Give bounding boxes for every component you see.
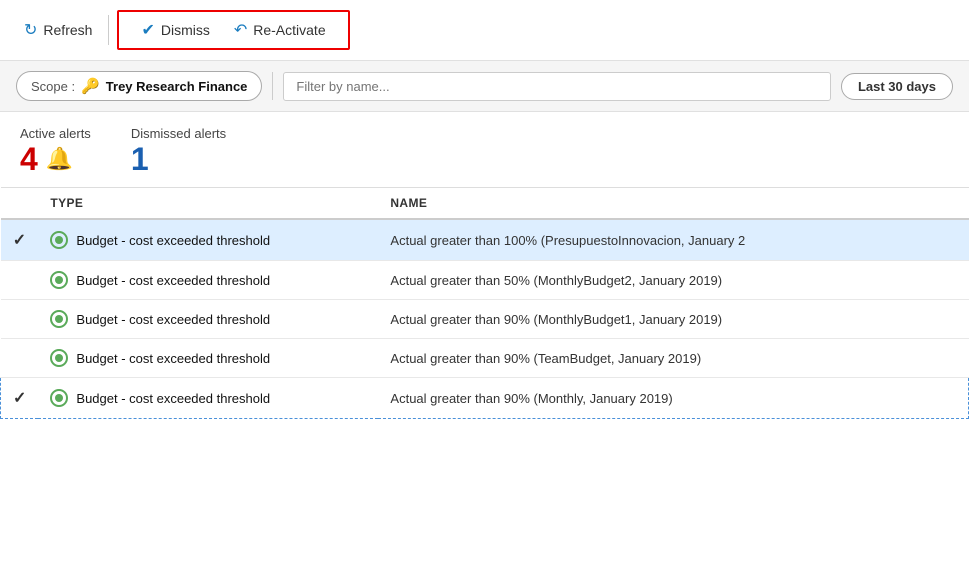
reactivate-icon: ↶ — [234, 20, 247, 40]
filter-input[interactable] — [283, 72, 831, 101]
dismiss-label: Dismiss — [161, 22, 210, 38]
checkmark-icon: ✓ — [13, 390, 26, 407]
row-type-text: Budget - cost exceeded threshold — [76, 233, 270, 248]
col-name-header: NAME — [378, 188, 968, 220]
row-type-cell: Budget - cost exceeded threshold — [38, 300, 378, 339]
table-row[interactable]: Budget - cost exceeded threshold Actual … — [1, 339, 969, 378]
stats-bar: Active alerts 4 🔔 Dismissed alerts 1 — [0, 112, 969, 183]
dismissed-alerts-label: Dismissed alerts — [131, 126, 226, 141]
row-name-cell: Actual greater than 50% (MonthlyBudget2,… — [378, 261, 968, 300]
days-selector[interactable]: Last 30 days — [841, 73, 953, 100]
row-type-cell: Budget - cost exceeded threshold — [38, 339, 378, 378]
row-name-cell: Actual greater than 90% (Monthly, Januar… — [378, 378, 968, 419]
table-row[interactable]: ✓ Budget - cost exceeded threshold Actua… — [1, 378, 969, 419]
row-type-cell: Budget - cost exceeded threshold — [38, 378, 378, 419]
scope-value: Trey Research Finance — [106, 79, 248, 94]
row-name-cell: Actual greater than 90% (TeamBudget, Jan… — [378, 339, 968, 378]
row-name-text: Actual greater than 90% (Monthly, Januar… — [390, 391, 672, 406]
row-name-cell: Actual greater than 90% (MonthlyBudget1,… — [378, 300, 968, 339]
toolbar-divider — [108, 15, 109, 45]
budget-icon — [50, 389, 68, 407]
table-header-row: TYPE NAME — [1, 188, 969, 220]
col-type-header: TYPE — [38, 188, 378, 220]
reactivate-label: Re-Activate — [253, 22, 325, 38]
table-row[interactable]: Budget - cost exceeded threshold Actual … — [1, 300, 969, 339]
active-alerts-stat: Active alerts 4 🔔 — [20, 126, 91, 175]
filter-bar-divider — [272, 72, 273, 100]
col-check-header — [1, 188, 39, 220]
scope-label-text: Scope : — [31, 79, 75, 94]
dismiss-icon: ✔ — [141, 20, 154, 40]
filter-bar: Scope : 🔑 Trey Research Finance Last 30 … — [0, 61, 969, 112]
row-name-text: Actual greater than 50% (MonthlyBudget2,… — [390, 273, 722, 288]
toolbar: ↻ Refresh ✔ Dismiss ↶ Re-Activate — [0, 0, 969, 61]
budget-icon — [50, 310, 68, 328]
budget-icon — [50, 349, 68, 367]
row-type-text: Budget - cost exceeded threshold — [76, 273, 270, 288]
row-checkbox[interactable] — [1, 261, 39, 300]
checkmark-icon: ✓ — [13, 232, 26, 249]
action-group: ✔ Dismiss ↶ Re-Activate — [117, 10, 349, 50]
table-row[interactable]: Budget - cost exceeded threshold Actual … — [1, 261, 969, 300]
budget-icon — [50, 231, 68, 249]
row-name-text: Actual greater than 100% (PresupuestoInn… — [390, 233, 745, 248]
row-name-cell: Actual greater than 100% (PresupuestoInn… — [378, 219, 968, 261]
reactivate-button[interactable]: ↶ Re-Activate — [224, 16, 336, 44]
row-name-text: Actual greater than 90% (MonthlyBudget1,… — [390, 312, 722, 327]
row-type-text: Budget - cost exceeded threshold — [76, 391, 270, 406]
row-type-cell: Budget - cost exceeded threshold — [38, 219, 378, 261]
bell-icon: 🔔 — [46, 146, 73, 172]
active-alerts-count: 4 — [20, 143, 38, 175]
row-checkbox[interactable]: ✓ — [1, 219, 39, 261]
row-type-cell: Budget - cost exceeded threshold — [38, 261, 378, 300]
scope-selector[interactable]: Scope : 🔑 Trey Research Finance — [16, 71, 262, 101]
days-label: Last 30 days — [858, 79, 936, 94]
row-checkbox[interactable]: ✓ — [1, 378, 39, 419]
row-checkbox[interactable] — [1, 300, 39, 339]
alerts-table: TYPE NAME ✓ Budget - cost exceeded thres… — [0, 187, 969, 419]
key-icon: 🔑 — [81, 77, 100, 95]
dismiss-button[interactable]: ✔ Dismiss — [131, 16, 219, 44]
row-type-text: Budget - cost exceeded threshold — [76, 312, 270, 327]
table-row[interactable]: ✓ Budget - cost exceeded threshold Actua… — [1, 219, 969, 261]
dismissed-alerts-count: 1 — [131, 143, 149, 175]
refresh-button[interactable]: ↻ Refresh — [16, 16, 100, 44]
dismissed-alerts-stat: Dismissed alerts 1 — [131, 126, 226, 175]
row-type-text: Budget - cost exceeded threshold — [76, 351, 270, 366]
active-alerts-label: Active alerts — [20, 126, 91, 141]
row-name-text: Actual greater than 90% (TeamBudget, Jan… — [390, 351, 701, 366]
refresh-label: Refresh — [43, 22, 92, 38]
budget-icon — [50, 271, 68, 289]
refresh-icon: ↻ — [24, 20, 37, 40]
row-checkbox[interactable] — [1, 339, 39, 378]
